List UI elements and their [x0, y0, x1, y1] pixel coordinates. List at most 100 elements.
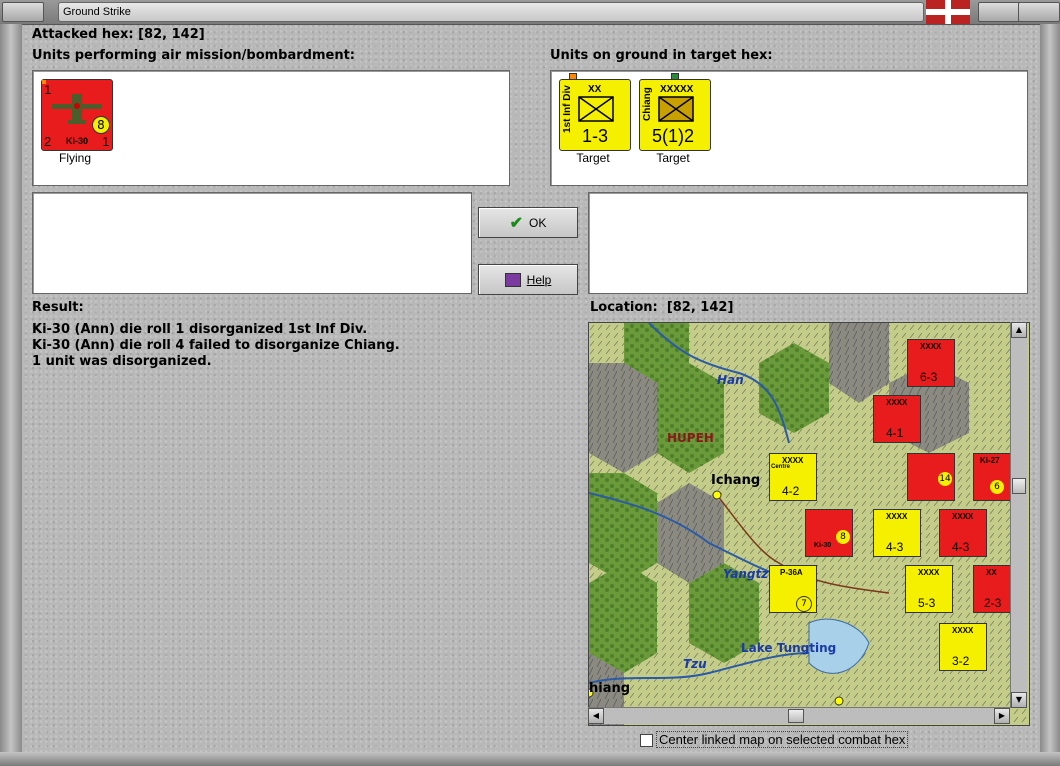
infantry-symbol-icon: [658, 96, 694, 122]
ground-unit-card[interactable]: XX 1st Inf Div 1-3 Target: [553, 71, 633, 171]
scroll-down-icon[interactable]: ▼: [1011, 692, 1027, 708]
result-line: 1 unit was disorganized.: [32, 354, 212, 369]
map-unit-circle: 6: [990, 480, 1004, 494]
ground-units-panel: XX 1st Inf Div 1-3 Target XXXXX Chiang 5…: [550, 70, 1028, 186]
map-unit-counter[interactable]: XXXX 6-3: [907, 339, 955, 387]
map-unit-size: XXXX: [886, 398, 908, 407]
window-menu-button[interactable]: [2, 2, 44, 22]
map-vertical-scrollbar[interactable]: ▲ ▼: [1010, 322, 1027, 708]
help-button-label: Help: [526, 272, 552, 287]
map-unit-strength: 4-1: [886, 426, 904, 440]
map-unit-counter[interactable]: XX 2-3: [973, 565, 1015, 613]
ground-unit-strength: 1-3: [582, 126, 609, 146]
map-unit-size: XXXX: [952, 626, 974, 635]
map-unit-counter[interactable]: XXXX Centre 4-2: [769, 453, 817, 501]
map-label: HUPEH: [667, 431, 714, 445]
air-units-heading: Units performing air mission/bombardment…: [32, 48, 356, 63]
map-unit-size: XXXX: [920, 342, 942, 351]
location-label: Location:: [590, 300, 658, 315]
air-unit-name: Ki-30: [66, 136, 89, 146]
map-unit-counter[interactable]: Ki-30 8: [805, 509, 853, 557]
attacked-hex-label: Attacked hex:: [32, 27, 134, 42]
map-unit-name: Centre: [771, 464, 791, 470]
air-unit-card[interactable]: 1 8 Ki-30 2 1 Flying: [37, 77, 117, 173]
ok-button[interactable]: ✔ OK: [478, 207, 578, 238]
ground-unit-name: Chiang: [642, 87, 653, 121]
map-unit-counter[interactable]: XXXX 5-3: [905, 565, 953, 613]
window-frame-right: [1040, 24, 1060, 752]
ground-unit-card[interactable]: XXXXX Chiang 5(1)2 Target: [633, 71, 713, 171]
help-button[interactable]: Help: [478, 264, 578, 295]
map-horizontal-scrollbar[interactable]: ◀ ▶: [588, 707, 1010, 724]
map-unit-counter[interactable]: XXXX 4-1: [873, 395, 921, 443]
map-unit-counter[interactable]: XXXX 4-3: [873, 509, 921, 557]
air-unit-bottom-right: 1: [102, 134, 110, 149]
ground-unit-size: XXXXX: [660, 84, 694, 95]
attacked-hex-line: Attacked hex: [82, 142]: [32, 27, 205, 42]
map-label: hiang: [589, 681, 631, 696]
close-button[interactable]: [1018, 2, 1060, 22]
map-unit-counter[interactable]: 14: [907, 453, 955, 501]
result-text: Ki-30 (Ann) die roll 1 disorganized 1st …: [32, 322, 400, 370]
map-unit-size: XX: [986, 568, 997, 577]
map-unit-size: XXXX: [918, 568, 940, 577]
location-line: Location: [82, 142]: [590, 300, 733, 315]
map-unit-strength: 4-2: [782, 484, 800, 498]
ground-unit-status: Target: [656, 151, 690, 165]
map-unit-strength: 3-2: [952, 654, 970, 668]
map-unit-circle: 8: [836, 530, 850, 544]
ground-unit-status: Target: [576, 151, 610, 165]
ground-unit-strength: 5(1)2: [652, 126, 695, 146]
checkmark-icon: ✔: [509, 214, 524, 232]
map-unit-strength: 4-3: [886, 540, 904, 554]
air-unit-bottom-left: 2: [44, 134, 52, 149]
title-bar: Ground Strike: [0, 0, 1060, 25]
map-unit-size: XXXX: [886, 512, 908, 521]
result-heading: Result:: [32, 300, 84, 315]
window-frame-bottom: [0, 752, 1060, 766]
map-unit-strength: 2-3: [984, 596, 1002, 610]
map-unit-counter[interactable]: XXXX 4-3: [939, 509, 987, 557]
air-unit-counter[interactable]: 1 8 Ki-30 2 1: [41, 79, 113, 151]
map-unit-name: P-36A: [780, 568, 803, 577]
map-unit-strength: 5-3: [918, 596, 936, 610]
map-label: Lake Tungting: [741, 641, 837, 655]
ground-unit-counter[interactable]: XX 1st Inf Div 1-3: [559, 79, 631, 151]
map-label: Tzu: [683, 657, 707, 671]
center-map-checkbox[interactable]: [640, 734, 653, 747]
map-unit-name: Ki-30: [814, 542, 832, 549]
window-title: Ground Strike: [58, 2, 924, 22]
air-unit-circle-value: 8: [92, 116, 110, 134]
map-unit-name: Ki-27: [980, 456, 1000, 465]
result-line: Ki-30 (Ann) die roll 1 disorganized 1st …: [32, 322, 368, 337]
horizontal-scroll-thumb[interactable]: [788, 709, 804, 723]
map-label: Yangtz: [723, 567, 769, 581]
minimize-button[interactable]: [978, 2, 1020, 22]
infantry-symbol-icon: [578, 96, 614, 122]
hex-map[interactable]: Han HUPEH Ichang Yangtz Lake Tungting Tz…: [588, 322, 1030, 726]
ground-unit-size: XX: [588, 84, 602, 95]
scroll-right-icon[interactable]: ▶: [994, 708, 1010, 724]
map-unit-counter[interactable]: P-36A 7: [769, 565, 817, 613]
location-value: [82, 142]: [666, 300, 734, 315]
ok-button-label: OK: [529, 215, 547, 230]
ground-unit-name: 1st Inf Div: [562, 85, 573, 133]
map-unit-strength: 6-3: [920, 370, 938, 384]
defender-info-panel: [588, 192, 1028, 294]
map-label: Ichang: [711, 473, 761, 488]
vertical-scroll-thumb[interactable]: [1012, 478, 1026, 494]
attacked-hex-value: [82, 142]: [138, 27, 205, 42]
scroll-up-icon[interactable]: ▲: [1011, 322, 1027, 338]
map-unit-counter[interactable]: XXXX 3-2: [939, 623, 987, 671]
map-unit-circle: 7: [796, 596, 812, 612]
result-line: Ki-30 (Ann) die roll 4 failed to disorga…: [32, 338, 400, 353]
ground-units-heading: Units on ground in target hex:: [550, 48, 773, 63]
center-map-checkbox-label[interactable]: Center linked map on selected combat hex: [656, 731, 909, 748]
ground-unit-counter[interactable]: XXXXX Chiang 5(1)2: [639, 79, 711, 151]
map-unit-counter[interactable]: Ki-27 6: [973, 453, 1015, 501]
air-unit-status: Flying: [58, 151, 91, 165]
map-label: Han: [717, 373, 744, 387]
map-unit-circle: 14: [938, 472, 952, 486]
window-frame-left: [0, 24, 22, 752]
scroll-left-icon[interactable]: ◀: [588, 708, 604, 724]
